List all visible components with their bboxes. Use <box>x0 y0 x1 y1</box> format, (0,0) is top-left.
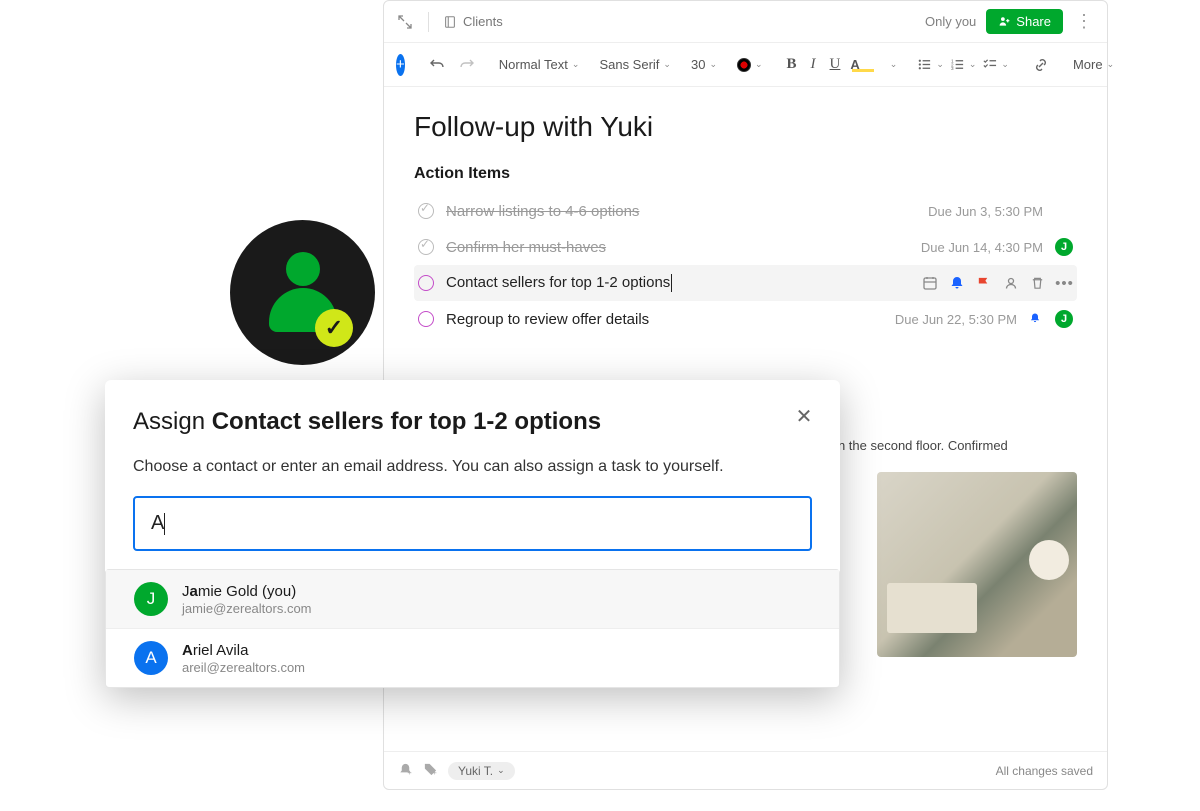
font-size-select[interactable]: 30⌄ <box>691 57 717 72</box>
assign-icon[interactable] <box>1002 275 1019 292</box>
task-checkbox-icon[interactable] <box>418 311 434 327</box>
suggestion-email: areil@zerealtors.com <box>182 660 305 675</box>
visibility-label: Only you <box>925 14 976 29</box>
note-body-fragment: in on the second floor. Confirmed <box>817 437 1077 455</box>
task-due: Due Jun 22, 5:30 PM <box>895 312 1017 327</box>
task-text: Narrow listings to 4-6 options <box>446 203 916 220</box>
more-menu-icon[interactable]: ⋮ <box>1073 11 1095 32</box>
task-text: Confirm her must-haves <box>446 239 909 256</box>
bullet-list-select[interactable]: ⌄ <box>917 57 944 72</box>
svg-text:+: + <box>432 768 437 777</box>
embedded-image[interactable] <box>877 472 1077 657</box>
bell-icon <box>1029 311 1043 328</box>
assignee-avatar: J <box>1055 238 1073 256</box>
bold-button[interactable]: B <box>783 53 801 76</box>
document-title[interactable]: Follow-up with Yuki <box>414 111 1077 143</box>
share-label: Share <box>1016 14 1051 29</box>
suggestion-item[interactable]: J Jamie Gold (you) jamie@zerealtors.com <box>106 570 839 628</box>
task-row[interactable]: Regroup to review offer details Due Jun … <box>414 301 1077 337</box>
more-format-select[interactable]: More⌄ <box>1073 57 1114 72</box>
highlight-select[interactable]: A⌄ <box>850 57 897 72</box>
close-icon[interactable]: ✕ <box>792 404 816 428</box>
bell-icon[interactable] <box>948 275 965 292</box>
undo-button[interactable] <box>425 54 449 76</box>
avatar: J <box>134 582 168 616</box>
task-row-active[interactable]: Contact sellers for top 1-2 options ••• <box>414 265 1077 301</box>
breadcrumb-text: Clients <box>463 14 503 29</box>
svg-text:+: + <box>407 768 412 777</box>
task-checkbox-icon[interactable] <box>418 275 434 291</box>
checklist-select[interactable]: ⌄ <box>982 57 1009 72</box>
italic-button[interactable]: I <box>807 53 820 76</box>
suggestion-email: jamie@zerealtors.com <box>182 601 312 616</box>
separator <box>428 12 429 32</box>
task-list: Narrow listings to 4-6 options Due Jun 3… <box>414 193 1077 337</box>
footer: + + Yuki T. ⌄ All changes saved <box>384 751 1107 789</box>
svg-text:3: 3 <box>951 66 954 71</box>
delete-icon[interactable] <box>1029 275 1046 292</box>
more-icon[interactable]: ••• <box>1056 275 1073 292</box>
format-toolbar: + Normal Text⌄ Sans Serif⌄ 30⌄ ⌄ B I U A… <box>384 43 1107 87</box>
assign-badge-graphic <box>230 220 375 365</box>
reminder-add-icon[interactable]: + <box>398 762 413 780</box>
avatar: A <box>134 641 168 675</box>
topbar: Clients Only you Share ⋮ <box>384 1 1107 43</box>
tag-chip[interactable]: Yuki T. ⌄ <box>448 762 515 780</box>
suggestion-name: Jamie Gold (you) <box>182 583 312 600</box>
assign-modal: ✕ Assign Contact sellers for top 1-2 opt… <box>105 380 840 688</box>
share-button[interactable]: Share <box>986 9 1063 34</box>
tag-add-icon[interactable]: + <box>423 762 438 780</box>
task-text[interactable]: Contact sellers for top 1-2 options <box>446 274 909 292</box>
assignee-avatar: J <box>1055 310 1073 328</box>
modal-description: Choose a contact or enter an email addre… <box>133 458 812 476</box>
numbered-list-select[interactable]: 123⌄ <box>950 57 977 72</box>
suggestion-name: Ariel Avila <box>182 642 305 659</box>
paragraph-style-select[interactable]: Normal Text⌄ <box>499 57 580 72</box>
expand-icon[interactable] <box>396 13 414 31</box>
font-family-select[interactable]: Sans Serif⌄ <box>599 57 671 72</box>
underline-button[interactable]: U <box>826 53 845 76</box>
assignee-input[interactable]: A <box>133 496 812 551</box>
task-actions: ••• <box>921 275 1073 292</box>
calendar-icon[interactable] <box>921 275 938 292</box>
modal-title: Assign Contact sellers for top 1-2 optio… <box>133 408 812 436</box>
text-color-select[interactable]: ⌄ <box>737 58 763 72</box>
check-icon <box>315 309 353 347</box>
task-due: Due Jun 3, 5:30 PM <box>928 204 1043 219</box>
flag-icon[interactable] <box>975 275 992 292</box>
redo-button[interactable] <box>455 54 479 76</box>
suggestion-list: J Jamie Gold (you) jamie@zerealtors.com … <box>105 569 840 688</box>
breadcrumb[interactable]: Clients <box>443 14 503 29</box>
task-text: Regroup to review offer details <box>446 311 883 328</box>
save-status: All changes saved <box>996 764 1093 778</box>
suggestion-item[interactable]: A Ariel Avila areil@zerealtors.com <box>106 628 839 687</box>
task-due: Due Jun 14, 4:30 PM <box>921 240 1043 255</box>
task-checkbox-checked-icon[interactable] <box>418 239 434 255</box>
task-row[interactable]: Narrow listings to 4-6 options Due Jun 3… <box>414 193 1077 229</box>
section-heading: Action Items <box>414 165 1077 183</box>
insert-button[interactable]: + <box>396 54 405 76</box>
task-checkbox-checked-icon[interactable] <box>418 203 434 219</box>
task-row[interactable]: Confirm her must-haves Due Jun 14, 4:30 … <box>414 229 1077 265</box>
link-button[interactable] <box>1029 54 1053 76</box>
